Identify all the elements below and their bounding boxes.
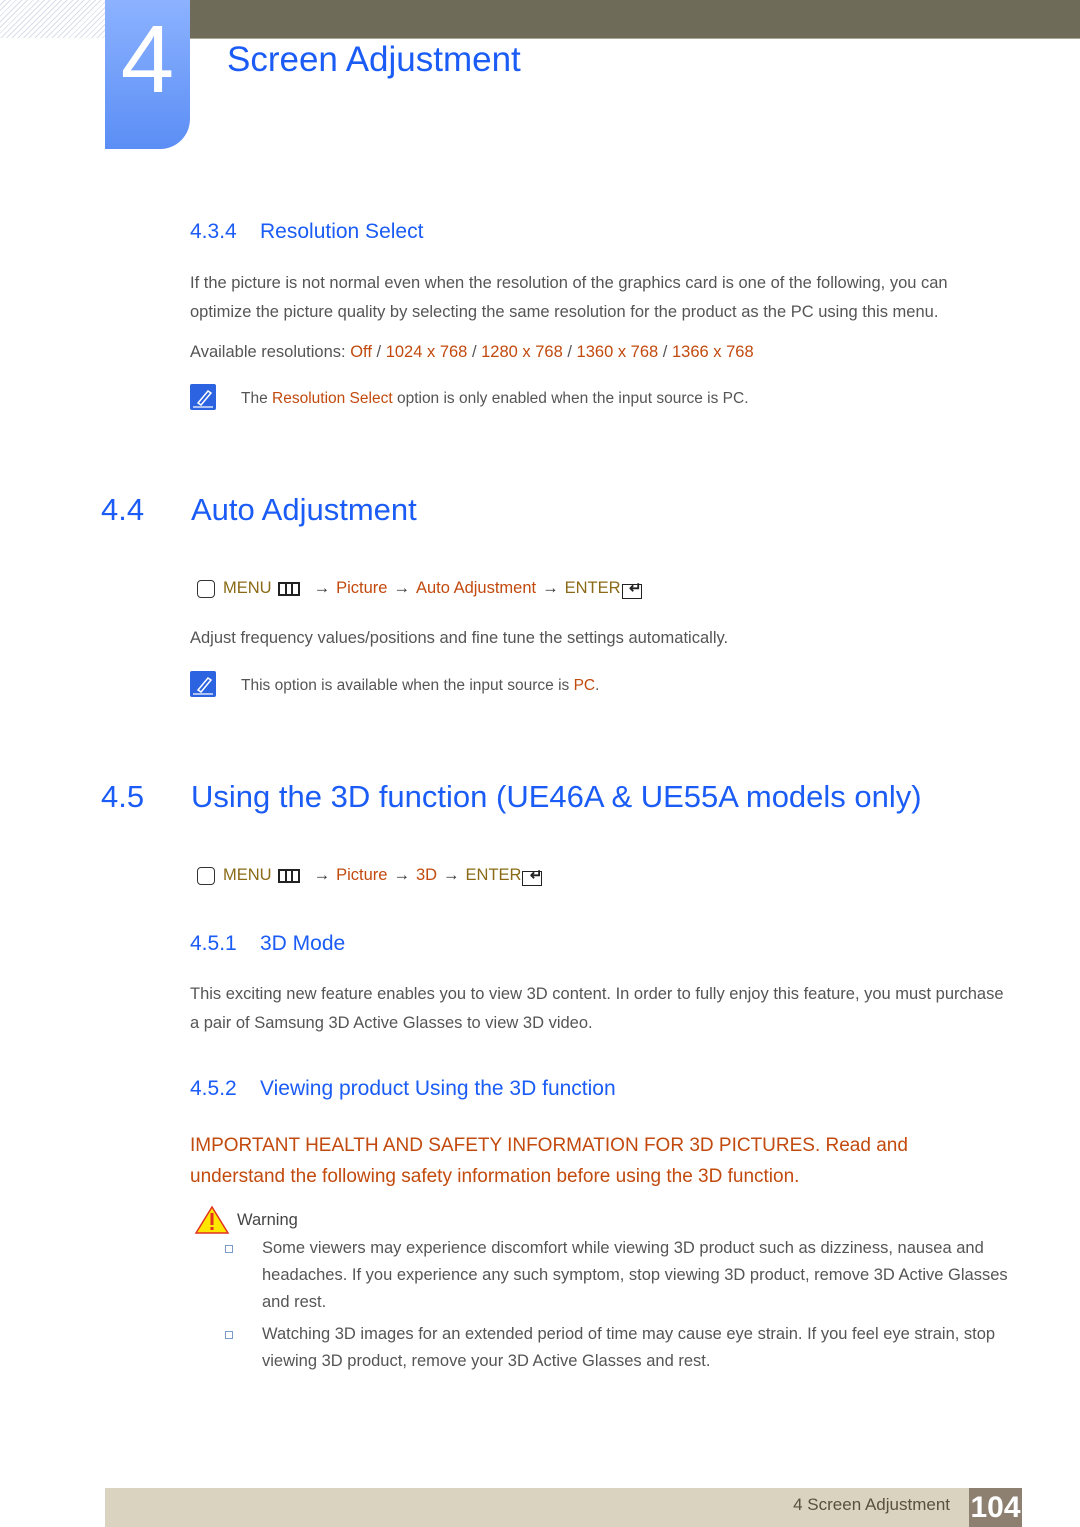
menu-step: 3D	[415, 866, 438, 884]
section-number: 4.5.1	[190, 932, 237, 955]
section-heading-3d-function: 4.5 Using the 3D function (UE46A & UE55A …	[101, 779, 922, 815]
arrow: →	[393, 579, 410, 597]
bullet-square-icon	[225, 1331, 233, 1339]
menu-label: MENU	[223, 866, 272, 884]
arrow: →	[393, 866, 410, 884]
enter-icon	[522, 866, 543, 886]
enter-icon	[621, 579, 642, 599]
arrow: →	[542, 579, 559, 597]
separator: /	[371, 343, 386, 361]
chapter-number-tab: 4	[105, 0, 190, 149]
arrow: →	[313, 579, 331, 597]
section-number: 4.4	[101, 492, 145, 527]
warning-label: Warning	[237, 1210, 298, 1229]
remote-hand-icon	[197, 579, 215, 598]
section-number: 4.5.2	[190, 1077, 237, 1100]
header-hatch-decoration	[0, 0, 105, 38]
menu-label: MENU	[223, 579, 272, 597]
bullet-square-icon	[225, 1245, 233, 1253]
section-heading-viewing-3d: 4.5.2 Viewing product Using the 3D functi…	[190, 1077, 616, 1101]
menu-grid-icon	[277, 581, 300, 596]
page-footer: 4 Screen Adjustment 104	[105, 1488, 1022, 1527]
note-pencil-icon	[190, 671, 216, 697]
section-title: 3D Mode	[260, 932, 346, 955]
section-title: Viewing product Using the 3D function	[260, 1077, 616, 1100]
page-number: 104	[969, 1488, 1022, 1527]
chapter-number: 4	[120, 6, 175, 113]
resolution-option: 1366 x 768	[671, 343, 754, 361]
menu-step: Picture	[336, 866, 388, 884]
resolution-select-body: If the picture is not normal even when t…	[190, 274, 948, 321]
resolution-option: Off	[350, 343, 372, 361]
separator: /	[562, 343, 577, 361]
arrow: →	[313, 866, 331, 884]
3d-mode-body: This exciting new feature enables you to…	[190, 985, 1004, 1032]
resolution-option: 1024 x 768	[385, 343, 468, 361]
remote-hand-icon	[197, 866, 215, 885]
resolution-option: 1280 x 768	[481, 343, 563, 361]
arrow: →	[443, 866, 460, 884]
note-text: This option is available when the input …	[241, 677, 574, 694]
header-bar	[190, 0, 1080, 39]
menu-path-auto-adjustment: MENU → Picture → Auto Adjustment → ENTER	[197, 578, 642, 599]
separator: /	[467, 343, 482, 361]
section-heading-3d-mode: 4.5.1 3D Mode	[190, 932, 345, 956]
separator: /	[658, 343, 672, 361]
enter-label: ENTER	[564, 579, 621, 597]
auto-adjustment-body: Adjust frequency values/positions and fi…	[190, 629, 729, 647]
section-title: Using the 3D function (UE46A & UE55A mod…	[191, 779, 922, 814]
bullet-text: Some viewers may experience discomfort w…	[262, 1239, 1008, 1311]
important-safety-notice: IMPORTANT HEALTH AND SAFETY INFORMATION …	[190, 1135, 908, 1187]
menu-step: Auto Adjustment	[415, 579, 537, 597]
section-number: 4.3.4	[190, 220, 237, 243]
section-number: 4.5	[101, 779, 145, 814]
bullet-text: Watching 3D images for an extended perio…	[262, 1325, 996, 1370]
footer-chapter-title: 4 Screen Adjustment	[793, 1495, 950, 1514]
chapter-title: Screen Adjustment	[227, 40, 521, 79]
note-text: option is only enabled when the input so…	[392, 390, 749, 407]
warning-triangle-icon	[195, 1206, 229, 1234]
note-highlight: PC	[573, 677, 596, 694]
note-pencil-icon	[190, 384, 216, 410]
resolutions-label: Available resolutions:	[190, 343, 351, 361]
menu-step: Picture	[336, 579, 388, 597]
available-resolutions: Available resolutions: Off / 1024 x 768 …	[190, 338, 1010, 367]
enter-label: ENTER	[465, 866, 522, 884]
note-text: .	[595, 677, 600, 694]
menu-path-3d: MENU → Picture → 3D → ENTER	[197, 865, 543, 886]
section-title: Auto Adjustment	[191, 492, 417, 527]
resolution-option: 1360 x 768	[576, 343, 659, 361]
note-text: The	[241, 390, 273, 407]
section-title: Resolution Select	[260, 220, 424, 243]
note-highlight: Resolution Select	[272, 390, 393, 407]
warning-header: Warning	[195, 1206, 298, 1234]
section-heading-resolution-select: 4.3.4 Resolution Select	[190, 220, 423, 244]
section-heading-auto-adjustment: 4.4 Auto Adjustment	[101, 492, 417, 528]
menu-grid-icon	[277, 868, 300, 883]
